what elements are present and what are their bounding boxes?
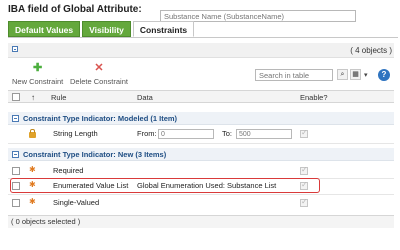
rule-name: Required xyxy=(53,166,84,175)
delete-constraint-label: Delete Constraint xyxy=(70,77,128,86)
from-label: From: xyxy=(137,129,157,138)
plus-icon: ✚ xyxy=(33,62,43,74)
new-constraint-button[interactable]: ✚ New Constraint xyxy=(12,62,64,87)
enable-checkbox xyxy=(300,128,308,138)
page-title: IBA field of Global Attribute: xyxy=(8,4,142,15)
gear-icon: ✱ xyxy=(29,165,36,174)
group-label: Constraint Type Indicator: New (3 Items) xyxy=(23,150,167,159)
gear-icon: ✱ xyxy=(29,197,36,206)
help-icon[interactable]: ? xyxy=(378,69,390,81)
tab-constraints[interactable]: Constraints xyxy=(132,21,195,37)
row-divider xyxy=(8,194,394,195)
enable-checkbox xyxy=(300,197,308,207)
search-icon[interactable]: ⌕ xyxy=(337,69,348,80)
to-label: To: xyxy=(222,129,233,138)
tab-default-values[interactable]: Default Values xyxy=(8,21,81,37)
lock-icon xyxy=(29,129,36,138)
column-header-rule[interactable]: Rule xyxy=(51,93,66,102)
group-label: Constraint Type Indicator: Modeled (1 It… xyxy=(23,114,178,123)
column-header-enable[interactable]: Enable? xyxy=(300,93,328,102)
tab-visibility[interactable]: Visibility xyxy=(82,21,131,37)
to-input[interactable] xyxy=(236,129,292,139)
highlight-box xyxy=(10,178,320,193)
sort-icon[interactable]: ↑ xyxy=(31,93,35,102)
select-all-checkbox[interactable] xyxy=(12,93,20,101)
table-view-icon[interactable]: ▦ xyxy=(350,69,361,80)
view-dropdown-icon[interactable]: ▾ xyxy=(364,71,368,79)
new-constraint-label: New Constraint xyxy=(12,77,64,86)
rule-name: Single-Valued xyxy=(53,198,100,207)
row-select-checkbox[interactable] xyxy=(12,199,20,207)
table-search-input[interactable] xyxy=(255,69,333,81)
collapse-icon[interactable] xyxy=(12,46,18,52)
collapse-group-icon[interactable] xyxy=(12,115,19,122)
row-select-checkbox[interactable] xyxy=(12,167,20,175)
enable-checkbox xyxy=(300,165,308,175)
selection-status: ( 0 objects selected ) xyxy=(11,217,81,226)
object-count: ( 4 objects ) xyxy=(350,46,392,55)
tab-bar: Default Values Visibility Constraints xyxy=(8,21,196,37)
panel-header xyxy=(8,43,394,58)
rule-name: String Length xyxy=(53,129,98,138)
column-header-data[interactable]: Data xyxy=(137,93,153,102)
delete-constraint-button[interactable]: ✕ Delete Constraint xyxy=(70,62,128,87)
delete-x-icon: ✕ xyxy=(94,62,104,74)
row-divider xyxy=(8,143,394,144)
collapse-group-icon[interactable] xyxy=(12,151,19,158)
tab-divider xyxy=(8,37,398,38)
from-input[interactable] xyxy=(158,129,214,139)
